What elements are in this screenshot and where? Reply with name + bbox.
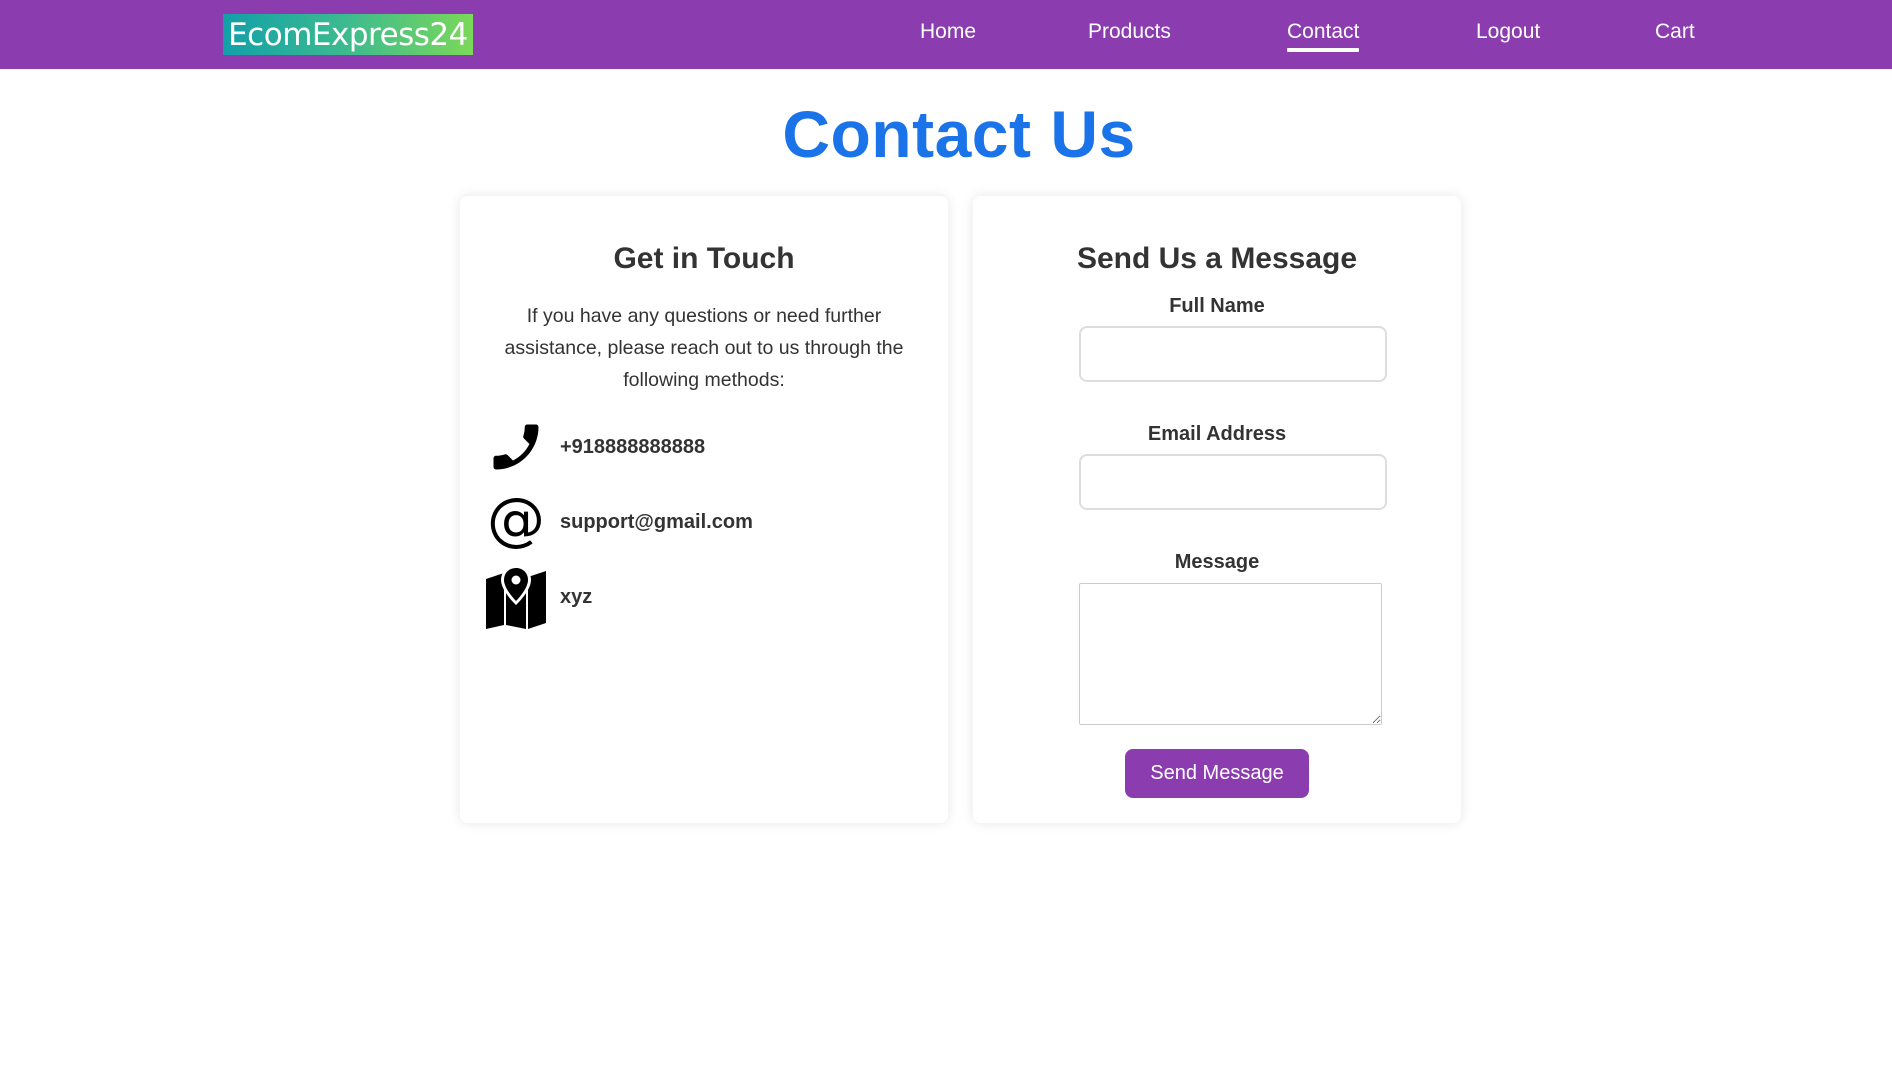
brand-logo[interactable]: EcomExpress24: [223, 14, 473, 55]
full-name-input[interactable]: [1079, 326, 1387, 382]
get-in-touch-card: Get in Touch If you have any questions o…: [460, 196, 948, 823]
nav-link-cart[interactable]: Cart: [1655, 20, 1695, 50]
page-title: Contact Us: [782, 97, 1136, 171]
send-message-card: Send Us a Message Full Name Email Addres…: [973, 196, 1461, 823]
send-message-heading: Send Us a Message: [1076, 242, 1358, 275]
email-address-label: Email Address: [1147, 423, 1287, 445]
contact-phone-value: +918888888888: [560, 435, 706, 458]
contact-email-value: support@gmail.com: [560, 510, 753, 533]
map-pin-icon: [484, 565, 548, 629]
message-label: Message: [1174, 551, 1260, 573]
top-navbar: EcomExpress24 Home Products Contact Logo…: [0, 0, 1892, 69]
contact-email-row: @ support@gmail.com: [484, 489, 753, 555]
nav-link-home[interactable]: Home: [920, 20, 976, 50]
message-textarea[interactable]: [1079, 583, 1382, 725]
contact-phone-row: +918888888888: [484, 414, 705, 480]
get-in-touch-description: If you have any questions or need furthe…: [504, 305, 904, 391]
contact-address-row: xyz: [484, 564, 592, 630]
at-sign-icon: @: [484, 490, 548, 554]
contact-address-value: xyz: [560, 585, 593, 608]
brand-logo-text: EcomExpress24: [228, 16, 468, 53]
nav-link-logout[interactable]: Logout: [1476, 20, 1540, 50]
full-name-label: Full Name: [1169, 295, 1265, 317]
get-in-touch-heading: Get in Touch: [613, 242, 795, 275]
nav-link-contact[interactable]: Contact: [1287, 20, 1360, 52]
nav-link-products[interactable]: Products: [1088, 20, 1171, 50]
email-address-input[interactable]: [1079, 454, 1387, 510]
svg-text:@: @: [487, 492, 545, 552]
phone-icon: [484, 415, 548, 479]
send-message-button[interactable]: Send Message: [1125, 749, 1309, 798]
